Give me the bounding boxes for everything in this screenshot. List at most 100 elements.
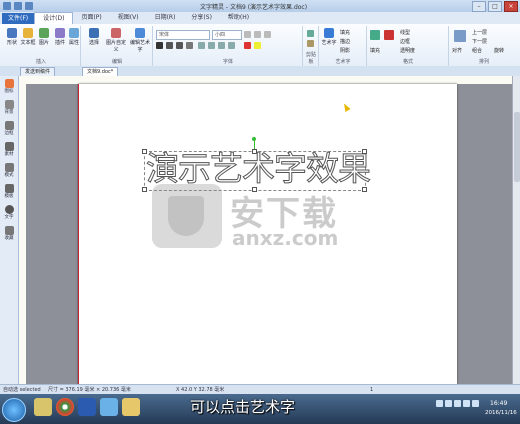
stroke-option[interactable]: 描边 <box>340 38 350 45</box>
toolbox-background[interactable]: 背景 <box>1 100 17 115</box>
tab-share[interactable]: 分享(S) <box>183 12 220 24</box>
font-name-select[interactable]: 宋体 <box>156 30 210 40</box>
image-edit-icon <box>111 28 121 38</box>
ribbon-group-edit: 选择 图片自定义 编辑艺术字 编辑 <box>82 26 153 66</box>
paste-icon[interactable] <box>307 30 314 37</box>
properties-icon <box>69 28 79 38</box>
ribbon-group-clipboard: 剪贴板 <box>304 26 319 66</box>
fill-option[interactable]: 填充 <box>340 29 350 36</box>
tray-icon-1[interactable] <box>436 400 443 407</box>
word-taskbar-icon[interactable] <box>78 398 96 416</box>
textbox-button[interactable]: 文本框 <box>20 28 36 46</box>
toolbox-favorites[interactable]: 收藏 <box>1 226 17 241</box>
align-left-icon[interactable] <box>198 42 205 49</box>
rotation-handle[interactable] <box>252 137 256 141</box>
strikethrough-icon[interactable] <box>186 42 193 49</box>
toolbox-template[interactable]: 模板 <box>1 184 17 199</box>
select-button[interactable]: 选择 <box>84 28 104 46</box>
clock-date[interactable]: 2016/11/16 <box>485 410 517 416</box>
folder-taskbar-icon[interactable] <box>122 398 140 416</box>
align-center-icon[interactable] <box>208 42 215 49</box>
redo-icon[interactable] <box>25 2 33 10</box>
toolbox-border[interactable]: 边框 <box>1 121 17 136</box>
resize-handle-ne[interactable] <box>362 149 367 154</box>
rotate-option[interactable]: 旋转 <box>494 47 504 54</box>
resize-handle-nw[interactable] <box>142 149 147 154</box>
group-label-font: 字体 <box>222 59 233 65</box>
toolbox-icons[interactable]: 图标 <box>1 79 17 94</box>
chrome-taskbar-icon[interactable] <box>56 398 74 416</box>
properties-button[interactable]: 属性 <box>66 28 82 46</box>
tray-icon-4[interactable] <box>463 400 470 407</box>
clear-format-icon[interactable] <box>264 31 271 38</box>
app-taskbar-icon[interactable] <box>100 398 118 416</box>
resize-handle-n[interactable] <box>252 149 257 154</box>
save-icon[interactable] <box>3 2 11 10</box>
ribbon-group-insert: 形状 文本框 图片 插件 属性 插入 <box>2 26 81 66</box>
explorer-taskbar-icon[interactable] <box>34 398 52 416</box>
group-option[interactable]: 组合 <box>472 47 482 54</box>
close-button[interactable]: × <box>504 1 518 12</box>
wordart-button[interactable]: 艺术字 <box>320 28 338 46</box>
resize-handle-se[interactable] <box>362 187 367 192</box>
tray-icon-5[interactable] <box>472 400 479 407</box>
font-color-icon[interactable] <box>244 42 251 49</box>
toolbox-text[interactable]: 文字 <box>1 205 17 220</box>
border-option[interactable]: 边框 <box>400 38 410 45</box>
align-right-icon[interactable] <box>218 42 225 49</box>
vertical-scrollbar[interactable] <box>512 76 520 384</box>
toolbox-mode[interactable]: 模式 <box>1 163 17 178</box>
edit-wordart-button[interactable]: 编辑艺术字 <box>128 28 152 53</box>
align-option[interactable]: 对齐 <box>452 47 462 54</box>
tray-icon-2[interactable] <box>445 400 452 407</box>
tab-help[interactable]: 帮助(H) <box>220 12 257 24</box>
border-icon <box>4 121 14 130</box>
grow-font-icon[interactable] <box>244 31 251 38</box>
file-menu[interactable]: 文件(F) <box>2 12 35 24</box>
wordart-icon <box>324 28 334 38</box>
fill-option-2[interactable]: 填充 <box>370 47 380 54</box>
fill-color-icon[interactable] <box>370 30 380 40</box>
tab-design[interactable]: 设计(D) <box>34 11 74 25</box>
ribbon-group-font: 宋体 小四 字体 <box>154 26 303 66</box>
line-style-option[interactable]: 线型 <box>400 29 410 36</box>
image-button[interactable]: 图片 <box>36 28 52 46</box>
opacity-option[interactable]: 透明度 <box>400 47 415 54</box>
shape-icon <box>7 28 17 38</box>
shrink-font-icon[interactable] <box>254 31 261 38</box>
resize-handle-s[interactable] <box>252 187 257 192</box>
quick-access-toolbar[interactable] <box>3 2 33 10</box>
tab-page[interactable]: 页面(P) <box>73 12 109 24</box>
shape-button[interactable]: 形状 <box>4 28 20 46</box>
send-backward-option[interactable]: 下一层 <box>472 38 487 45</box>
bring-forward-option[interactable]: 上一层 <box>472 29 487 36</box>
system-tray[interactable] <box>436 400 479 407</box>
video-subtitle: 可以点击艺术字 <box>190 398 296 416</box>
underline-icon[interactable] <box>176 42 183 49</box>
minimize-button[interactable]: – <box>472 1 486 12</box>
image-icon <box>39 28 49 38</box>
tab-view[interactable]: 视图(V) <box>110 12 147 24</box>
image-custom-button[interactable]: 图片自定义 <box>104 28 128 53</box>
group-label-clipboard: 剪贴板 <box>305 52 316 65</box>
start-button[interactable] <box>2 398 26 422</box>
wordart-text[interactable]: 演示艺术字效果 <box>146 149 372 188</box>
highlight-icon[interactable] <box>254 42 261 49</box>
tab-date[interactable]: 日期(R) <box>147 12 184 24</box>
undo-icon[interactable] <box>14 2 22 10</box>
shadow-option[interactable]: 阴影 <box>340 47 350 54</box>
plugin-icon <box>55 28 65 38</box>
italic-icon[interactable] <box>166 42 173 49</box>
font-size-select[interactable]: 小四 <box>212 30 242 40</box>
line-color-icon[interactable] <box>384 30 394 40</box>
justify-icon[interactable] <box>228 42 235 49</box>
resize-handle-sw[interactable] <box>142 187 147 192</box>
maximize-button[interactable]: □ <box>488 1 502 12</box>
scrollbar-thumb[interactable] <box>514 112 520 182</box>
cut-icon[interactable] <box>307 40 314 47</box>
toolbox-material[interactable]: 素材 <box>1 142 17 157</box>
clock-time[interactable]: 16:49 <box>490 400 507 407</box>
arrange-icon[interactable] <box>454 30 466 42</box>
tray-icon-3[interactable] <box>454 400 461 407</box>
bold-icon[interactable] <box>156 42 163 49</box>
